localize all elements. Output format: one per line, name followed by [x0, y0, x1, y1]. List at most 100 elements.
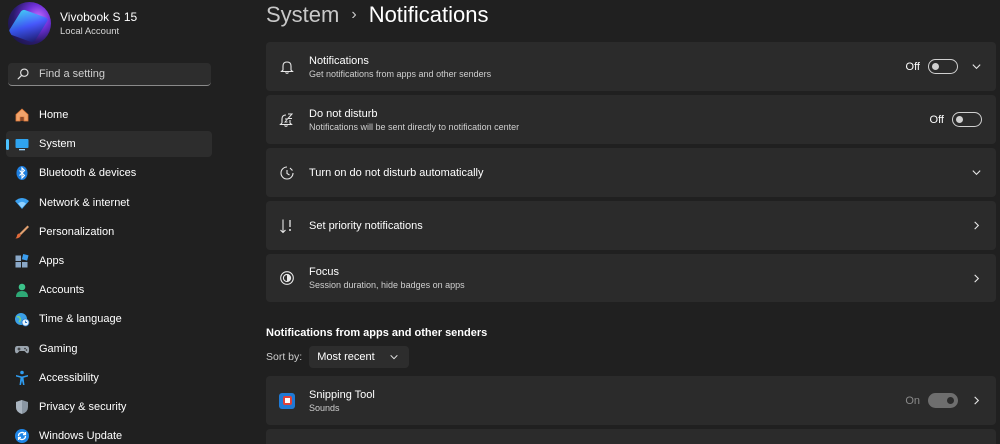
sidebar-item-label: Accessibility [39, 371, 99, 384]
card-controls [960, 148, 982, 197]
brush-icon [14, 224, 30, 240]
card-text: Notifications Get notifications from app… [309, 54, 996, 80]
profile-text: Vivobook S 15 Local Account [60, 9, 137, 38]
card-controls: Off [906, 42, 982, 91]
chevron-down-icon[interactable] [970, 61, 982, 73]
sort-selected-value: Most recent [317, 351, 375, 363]
app-notification-row[interactable]: Snipping Tool Sounds On [266, 376, 996, 425]
sidebar-item-label: Privacy & security [39, 400, 127, 413]
card-controls: Off [930, 95, 982, 144]
update-icon [14, 428, 30, 444]
search-placeholder: Find a setting [39, 68, 106, 80]
system-icon [14, 136, 30, 152]
sidebar-item-home[interactable]: Home [6, 102, 212, 128]
app-subtitle: Sounds [309, 402, 340, 413]
card-text: Turn on do not disturb automatically [309, 166, 996, 180]
profile-name: Vivobook S 15 [60, 10, 138, 24]
card-title: Set priority notifications [309, 219, 423, 232]
gamepad-icon [14, 341, 30, 357]
toggle-state-label: Off [929, 113, 944, 126]
main-content: System › Notifications Notifications Get… [266, 0, 996, 444]
wifi-icon [14, 195, 30, 211]
search-input[interactable]: Find a setting [8, 63, 211, 86]
sidebar-item-label: Accounts [39, 284, 85, 297]
card-title: Focus [309, 266, 339, 278]
bell-snooze-icon [278, 111, 296, 129]
card-text: Do not disturb Notifications will be sen… [309, 107, 996, 133]
sidebar-item-privacy-security[interactable]: Privacy & security [6, 394, 212, 420]
card-title: Turn on do not disturb automatically [309, 166, 484, 179]
toggle-state-label: Off [905, 60, 920, 73]
card-text: Snipping Tool Sounds [309, 388, 996, 414]
app-notification-row[interactable] [266, 429, 996, 444]
sidebar-item-personalization[interactable]: Personalization [6, 219, 212, 245]
sidebar-item-label: Personalization [39, 225, 115, 238]
sidebar-item-accessibility[interactable]: Accessibility [6, 365, 212, 391]
do-not-disturb-card[interactable]: Do not disturb Notifications will be sen… [266, 95, 996, 144]
sidebar-item-label: Windows Update [39, 430, 123, 443]
home-icon [14, 107, 30, 123]
shield-icon [14, 399, 30, 415]
bell-icon [278, 58, 296, 76]
sidebar-item-label: Network & internet [39, 196, 130, 209]
avatar [8, 2, 51, 45]
accessibility-icon [14, 370, 30, 386]
clock-icon [278, 164, 296, 182]
sidebar-nav: Home System Bluetooth & devices Network … [6, 102, 212, 444]
card-controls [960, 254, 982, 302]
card-title: Notifications [309, 54, 369, 67]
sidebar-item-label: Bluetooth & devices [39, 167, 137, 180]
dnd-automatic-card[interactable]: Turn on do not disturb automatically [266, 148, 996, 197]
notifications-toggle[interactable] [928, 59, 958, 74]
snipping-tool-icon [278, 392, 296, 410]
sort-label: Sort by: [266, 351, 303, 363]
app-notifications-toggle[interactable] [928, 393, 958, 408]
breadcrumb: System › Notifications [266, 1, 489, 29]
globe-clock-icon [14, 311, 30, 327]
card-subtitle: Notifications will be sent directly to n… [309, 121, 520, 132]
accounts-icon [14, 282, 30, 298]
card-text: Set priority notifications [309, 219, 996, 233]
sidebar-item-time-language[interactable]: Time & language [6, 306, 212, 332]
section-heading: Notifications from apps and other sender… [266, 327, 488, 339]
chevron-right-icon[interactable] [970, 220, 982, 232]
breadcrumb-parent[interactable]: System [266, 2, 339, 28]
focus-icon [278, 269, 296, 287]
chevron-right-icon[interactable] [970, 272, 982, 284]
profile[interactable]: Vivobook S 15 Local Account [8, 2, 137, 45]
card-subtitle: Get notifications from apps and other se… [309, 68, 492, 79]
card-subtitle: Session duration, hide badges on apps [309, 280, 465, 290]
sidebar-item-accounts[interactable]: Accounts [6, 277, 212, 303]
chevron-down-icon [389, 354, 398, 360]
card-controls [960, 201, 982, 250]
sort-dropdown[interactable]: Most recent [309, 346, 409, 368]
sidebar-item-label: Apps [39, 254, 65, 267]
sidebar-item-label: System [39, 138, 76, 151]
apps-icon [14, 253, 30, 269]
search-icon [17, 68, 29, 80]
priority-notifications-card[interactable]: Set priority notifications [266, 201, 996, 250]
sidebar-item-apps[interactable]: Apps [6, 248, 212, 274]
notifications-card[interactable]: Notifications Get notifications from app… [266, 42, 996, 91]
sidebar-item-bluetooth[interactable]: Bluetooth & devices [6, 160, 212, 186]
breadcrumb-separator: › [351, 6, 357, 23]
sidebar-item-label: Time & language [39, 313, 122, 326]
profile-account-type: Local Account [60, 26, 120, 37]
chevron-right-icon[interactable] [970, 395, 982, 407]
chevron-down-icon[interactable] [970, 167, 982, 179]
sidebar-item-windows-update[interactable]: Windows Update [6, 423, 212, 444]
card-text: Focus Session duration, hide badges on a… [309, 265, 996, 291]
toggle-state-label: On [905, 394, 920, 407]
do-not-disturb-toggle[interactable] [952, 112, 982, 127]
sidebar-item-system[interactable]: System [6, 131, 212, 158]
sidebar-item-label: Home [39, 109, 69, 121]
sidebar-item-label: Gaming [39, 342, 78, 355]
sidebar-item-gaming[interactable]: Gaming [6, 336, 212, 362]
sidebar: Vivobook S 15 Local Account Find a setti… [0, 0, 224, 444]
sidebar-item-network[interactable]: Network & internet [6, 190, 212, 216]
card-controls: On [905, 376, 982, 425]
page-title: Notifications [368, 2, 489, 27]
app-name: Snipping Tool [309, 388, 375, 401]
card-title: Do not disturb [309, 107, 378, 120]
focus-card[interactable]: Focus Session duration, hide badges on a… [266, 254, 996, 302]
